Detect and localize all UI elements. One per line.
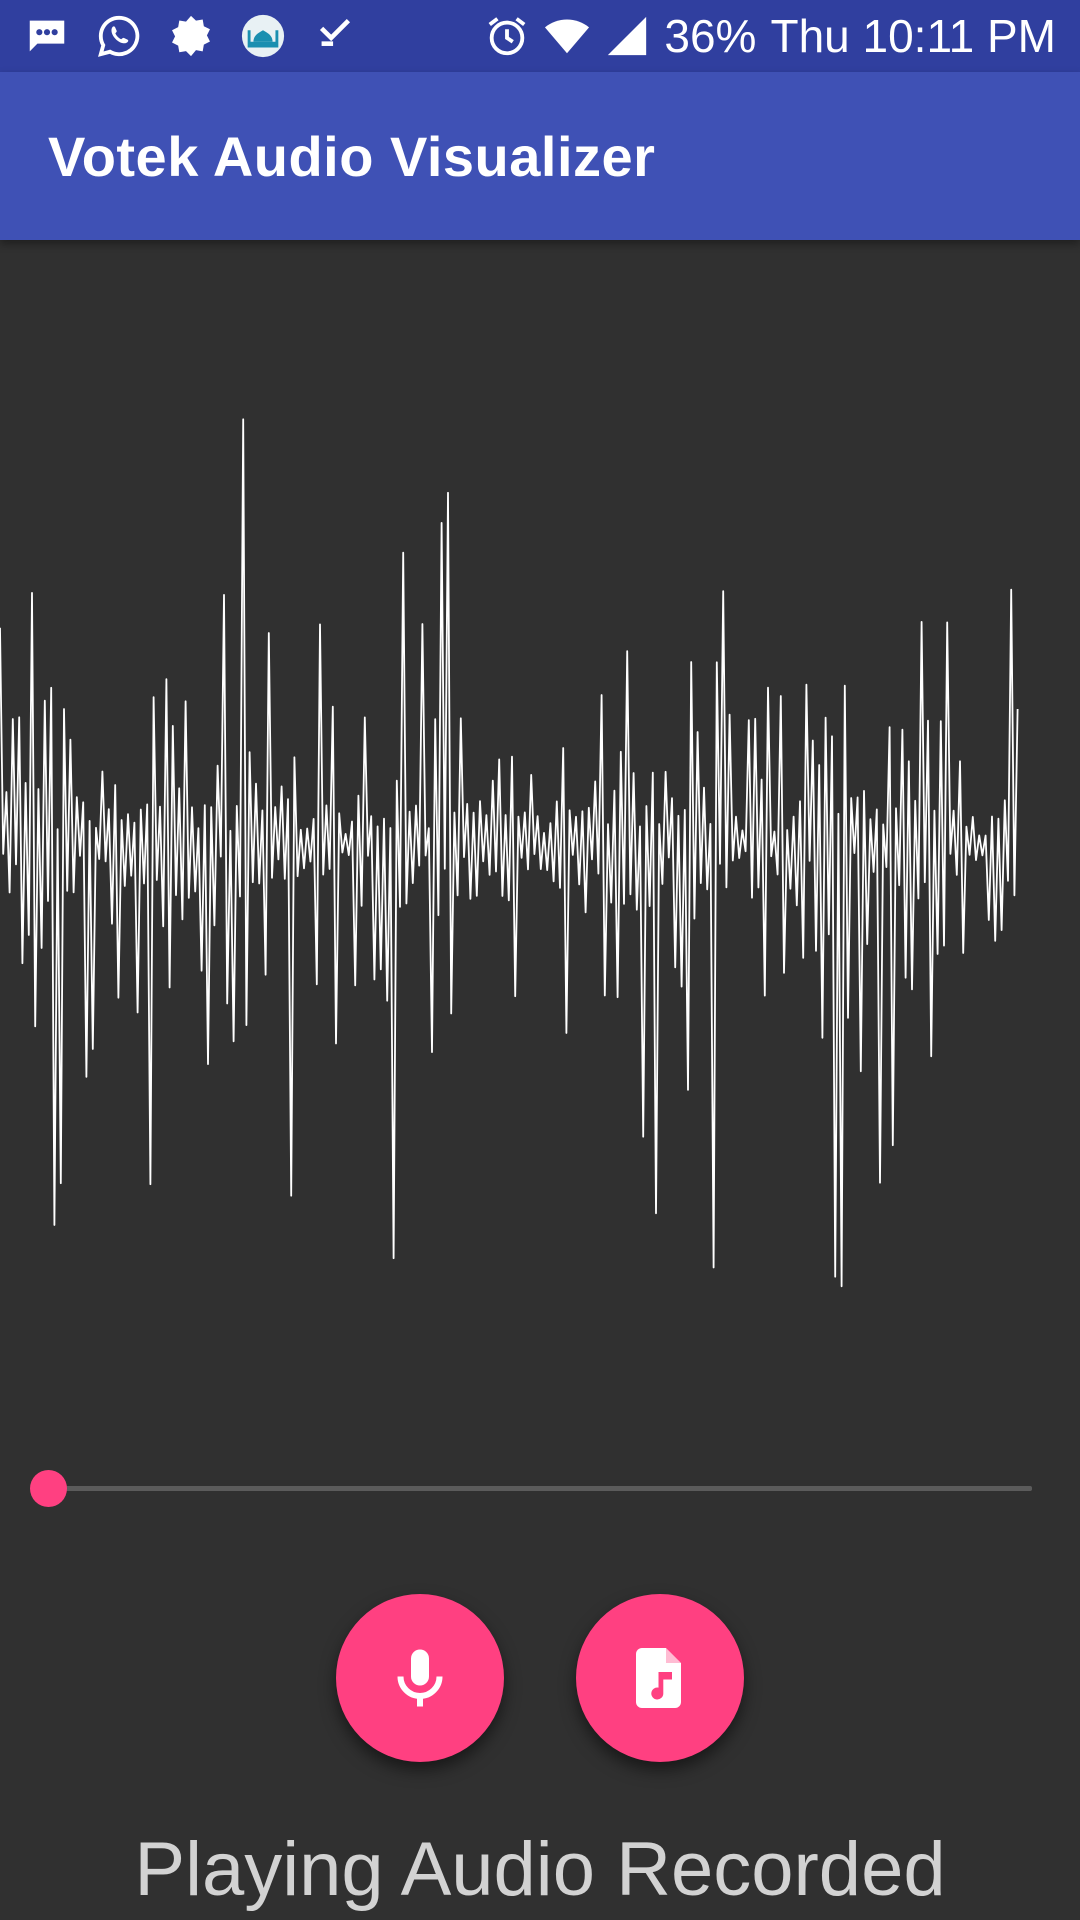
battery-percentage: 36%	[664, 10, 757, 62]
whatsapp-icon	[96, 13, 142, 59]
seekbar-thumb[interactable]	[29, 1469, 67, 1507]
waveform-visualizer	[0, 418, 1019, 1288]
cell-signal-icon	[604, 13, 650, 59]
open-audio-file-button[interactable]	[576, 1594, 744, 1762]
check-download-icon	[312, 13, 358, 59]
alarm-icon	[484, 13, 530, 59]
notification-icons	[24, 13, 358, 59]
status-bar: 36% Thu 10:11 PM	[0, 0, 1080, 72]
clock: Thu 10:11 PM	[770, 10, 1056, 62]
messages-icon	[24, 13, 70, 59]
playback-seekbar[interactable]	[29, 1468, 1032, 1508]
record-button[interactable]	[336, 1594, 504, 1762]
app-title: Votek Audio Visualizer	[48, 124, 656, 188]
settings-flower-icon	[168, 13, 214, 59]
mosque-app-icon	[240, 13, 286, 59]
app-bar: Votek Audio Visualizer	[0, 72, 1080, 240]
waveform-line	[0, 418, 1019, 1288]
microphone-icon	[397, 1649, 443, 1707]
system-indicators: 36% Thu 10:11 PM	[484, 0, 1056, 72]
audio-file-icon	[636, 1648, 681, 1708]
seekbar-track[interactable]	[48, 1486, 1032, 1491]
playback-status-text: Playing Audio Recorded	[134, 1827, 946, 1912]
wifi-icon	[544, 13, 590, 59]
